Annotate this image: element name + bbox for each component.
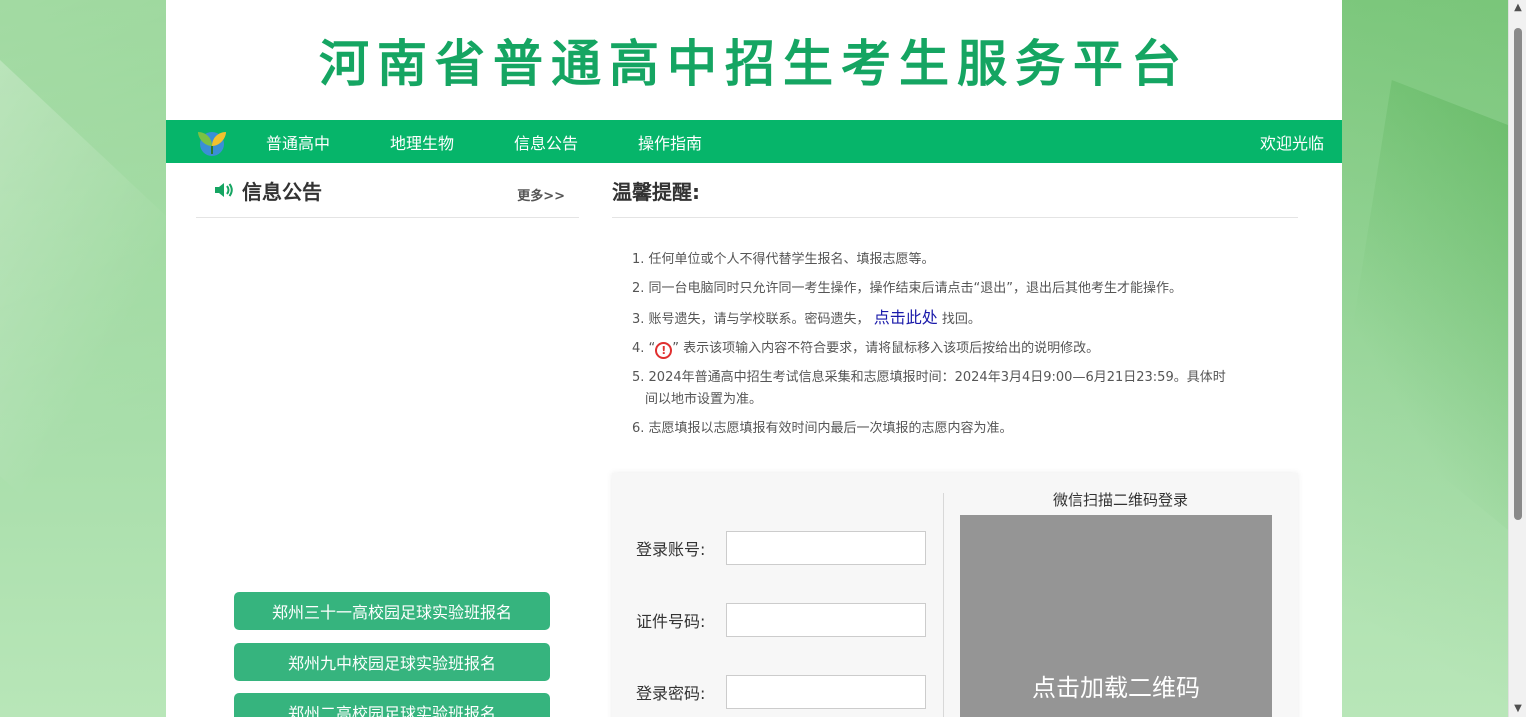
- content-area: 信息公告 更多>> 郑州三十一高校园足球实验班报名 郑州九中校园足球实验班报名 …: [166, 163, 1342, 717]
- tip-5-line-2: 间以地市设置为准。: [645, 392, 763, 407]
- nav-welcome-text: 欢迎光临: [1259, 133, 1324, 153]
- tip-3-text: 3. 账号遗失，请与学校联系。密码遗失，: [632, 312, 870, 327]
- account-input[interactable]: [726, 531, 926, 565]
- main-container: 河南省普通高中招生考生服务平台 普通高中 地理生物 信息公告 操作指南 欢迎光临: [166, 0, 1342, 717]
- tip-4-prefix: 4. “: [632, 341, 656, 356]
- tip-3-suffix: 找回。: [941, 312, 981, 327]
- site-title: 河南省普通高中招生考生服务平台: [319, 35, 1189, 93]
- announcement-panel: 信息公告 更多>> 郑州三十一高校园足球实验班报名 郑州九中校园足球实验班报名 …: [196, 163, 579, 717]
- site-header: 河南省普通高中招生考生服务平台: [166, 0, 1342, 120]
- tip-item-4: 4. “!” 表示该项输入内容不符合要求，请将鼠标移入该项后按给出的说明修改。: [632, 334, 1272, 363]
- tips-header: 温馨提醒:: [612, 163, 1298, 218]
- nav-bar: 普通高中 地理生物 信息公告 操作指南 欢迎光临: [166, 120, 1342, 163]
- announcement-header: 信息公告 更多>>: [196, 163, 579, 218]
- qr-load-label: 点击加载二维码: [1032, 674, 1200, 702]
- password-row: 登录密码:: [636, 675, 926, 709]
- nav-item-geography-biology[interactable]: 地理生物: [390, 130, 454, 154]
- tips-list: 1. 任何单位或个人不得代替学生报名、填报志愿等。 2. 同一台电脑同时只允许同…: [612, 245, 1272, 443]
- login-divider: [943, 493, 944, 717]
- tips-title: 温馨提醒:: [612, 179, 700, 204]
- tip-5-line-1: 5. 2024年普通高中招生考试信息采集和志愿填报时间：2024年3月4日9:0…: [632, 370, 1226, 385]
- nav-item-operation-guide[interactable]: 操作指南: [638, 130, 702, 154]
- scroll-up-icon[interactable]: ▲: [1509, 0, 1526, 16]
- password-input[interactable]: [726, 675, 926, 709]
- tips-panel: 温馨提醒: 1. 任何单位或个人不得代替学生报名、填报志愿等。 2. 同一台电脑…: [612, 163, 1298, 717]
- announcement-title: 信息公告: [242, 179, 322, 204]
- tip-item-6: 6. 志愿填报以志愿填报有效时间内最后一次填报的志愿内容为准。: [632, 421, 1013, 436]
- recover-password-link[interactable]: 点击此处: [874, 308, 938, 327]
- nav-item-announcements[interactable]: 信息公告: [514, 130, 578, 154]
- account-label: 登录账号:: [636, 540, 706, 559]
- tip-4-text: ” 表示该项输入内容不符合要求，请将鼠标移入该项后按给出的说明修改。: [672, 341, 1100, 356]
- password-label: 登录密码:: [636, 684, 706, 703]
- scroll-down-icon[interactable]: ▼: [1509, 701, 1526, 717]
- announcement-more-link[interactable]: 更多>>: [517, 185, 565, 204]
- enroll-button-zhengzhou-31[interactable]: 郑州三十一高校园足球实验班报名: [234, 592, 550, 630]
- enroll-button-zhengzhou-9[interactable]: 郑州九中校园足球实验班报名: [234, 643, 550, 681]
- tip-item-1: 1. 任何单位或个人不得代替学生报名、填报志愿等。: [632, 252, 935, 267]
- login-box: 登录账号: 证件号码: 登录密码: 微信扫描二维码登录 点击加载二维码: [612, 473, 1298, 717]
- account-row: 登录账号:: [636, 531, 926, 565]
- qr-login-title: 微信扫描二维码登录: [1052, 491, 1188, 509]
- scroll-thumb[interactable]: [1514, 28, 1522, 520]
- nav-item-general-high-school[interactable]: 普通高中: [266, 130, 330, 154]
- id-number-input[interactable]: [726, 603, 926, 637]
- enroll-button-zhengzhou-2[interactable]: 郑州二高校园足球实验班报名: [234, 693, 550, 717]
- page-scrollbar[interactable]: ▲ ▼: [1508, 0, 1526, 717]
- id-number-label: 证件号码:: [636, 612, 706, 631]
- exclamation-circle-icon: !: [655, 342, 673, 359]
- id-row: 证件号码:: [636, 603, 926, 637]
- tip-item-2: 2. 同一台电脑同时只允许同一考生操作，操作结束后请点击“退出”，退出后其他考生…: [632, 281, 1183, 296]
- tip-item-3: 3. 账号遗失，请与学校联系。密码遗失， 点击此处 找回。: [632, 303, 1272, 334]
- speaker-icon: [214, 182, 234, 198]
- qr-load-button[interactable]: 点击加载二维码: [960, 515, 1272, 717]
- tip-item-5: 5. 2024年普通高中招生考试信息采集和志愿填报时间：2024年3月4日9:0…: [632, 363, 1272, 414]
- sprout-logo-icon[interactable]: [194, 124, 230, 160]
